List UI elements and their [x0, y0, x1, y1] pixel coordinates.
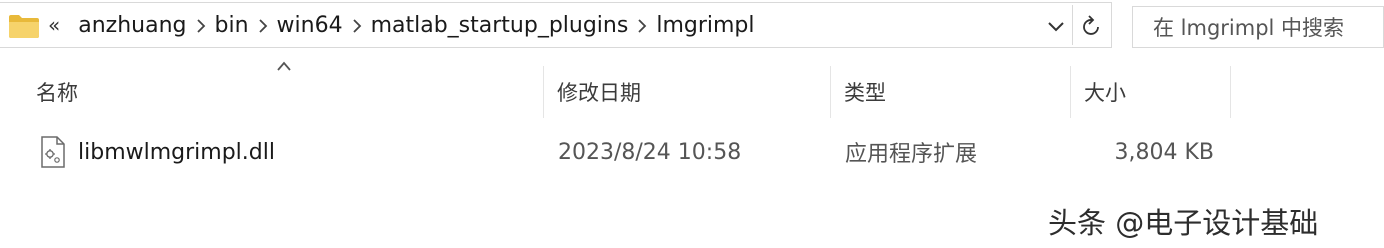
breadcrumb-separator-icon[interactable] — [343, 13, 371, 38]
column-divider[interactable] — [830, 66, 831, 118]
column-header-size[interactable]: 大小 — [1072, 66, 1230, 118]
breadcrumb-separator-icon[interactable] — [249, 13, 277, 38]
dll-file-icon — [41, 136, 65, 168]
refresh-button[interactable] — [1072, 5, 1110, 45]
watermark-text: 头条 @电子设计基础 — [1048, 206, 1319, 240]
search-placeholder: 在 lmgrimpl 中搜索 — [1153, 16, 1345, 40]
breadcrumb-separator-icon[interactable] — [628, 13, 656, 38]
breadcrumb-item-bin[interactable]: bin — [215, 13, 249, 38]
column-header-type[interactable]: 类型 — [832, 66, 1070, 118]
file-row[interactable]: libmwlmgrimpl.dll 2023/8/24 10:58 应用程序扩展… — [0, 128, 1384, 176]
breadcrumb-item-matlab-startup-plugins[interactable]: matlab_startup_plugins — [371, 13, 629, 38]
column-header-size-label: 大小 — [1084, 81, 1126, 105]
column-divider[interactable] — [543, 66, 544, 118]
breadcrumb-item-lmgrimpl[interactable]: lmgrimpl — [656, 13, 754, 38]
folder-icon — [9, 15, 39, 38]
file-size: 3,804 KB — [1114, 139, 1215, 165]
breadcrumb-item-win64[interactable]: win64 — [277, 13, 343, 38]
column-divider[interactable] — [1070, 66, 1071, 118]
breadcrumb: « anzhuang bin win64 matlab_startup_plug… — [48, 3, 755, 47]
column-header-type-label: 类型 — [844, 81, 886, 105]
chevron-down-icon[interactable] — [1044, 15, 1068, 37]
file-name[interactable]: libmwlmgrimpl.dll — [78, 128, 275, 176]
column-header-date-modified[interactable]: 修改日期 — [545, 66, 830, 118]
refresh-icon — [1083, 15, 1099, 35]
breadcrumb-separator-icon[interactable] — [187, 13, 215, 38]
breadcrumb-item-anzhuang[interactable]: anzhuang — [78, 13, 186, 38]
column-header-name[interactable]: 名称 — [24, 66, 542, 118]
column-header-date-label: 修改日期 — [557, 81, 641, 105]
search-input[interactable]: 在 lmgrimpl 中搜索 — [1132, 6, 1384, 48]
breadcrumb-overflow-button[interactable]: « — [48, 13, 60, 37]
file-type: 应用程序扩展 — [845, 142, 978, 167]
column-header-name-label: 名称 — [36, 81, 78, 105]
column-divider[interactable] — [1230, 66, 1231, 118]
address-bar[interactable]: « anzhuang bin win64 matlab_startup_plug… — [0, 2, 1112, 48]
file-date-modified: 2023/8/24 10:58 — [558, 139, 742, 165]
